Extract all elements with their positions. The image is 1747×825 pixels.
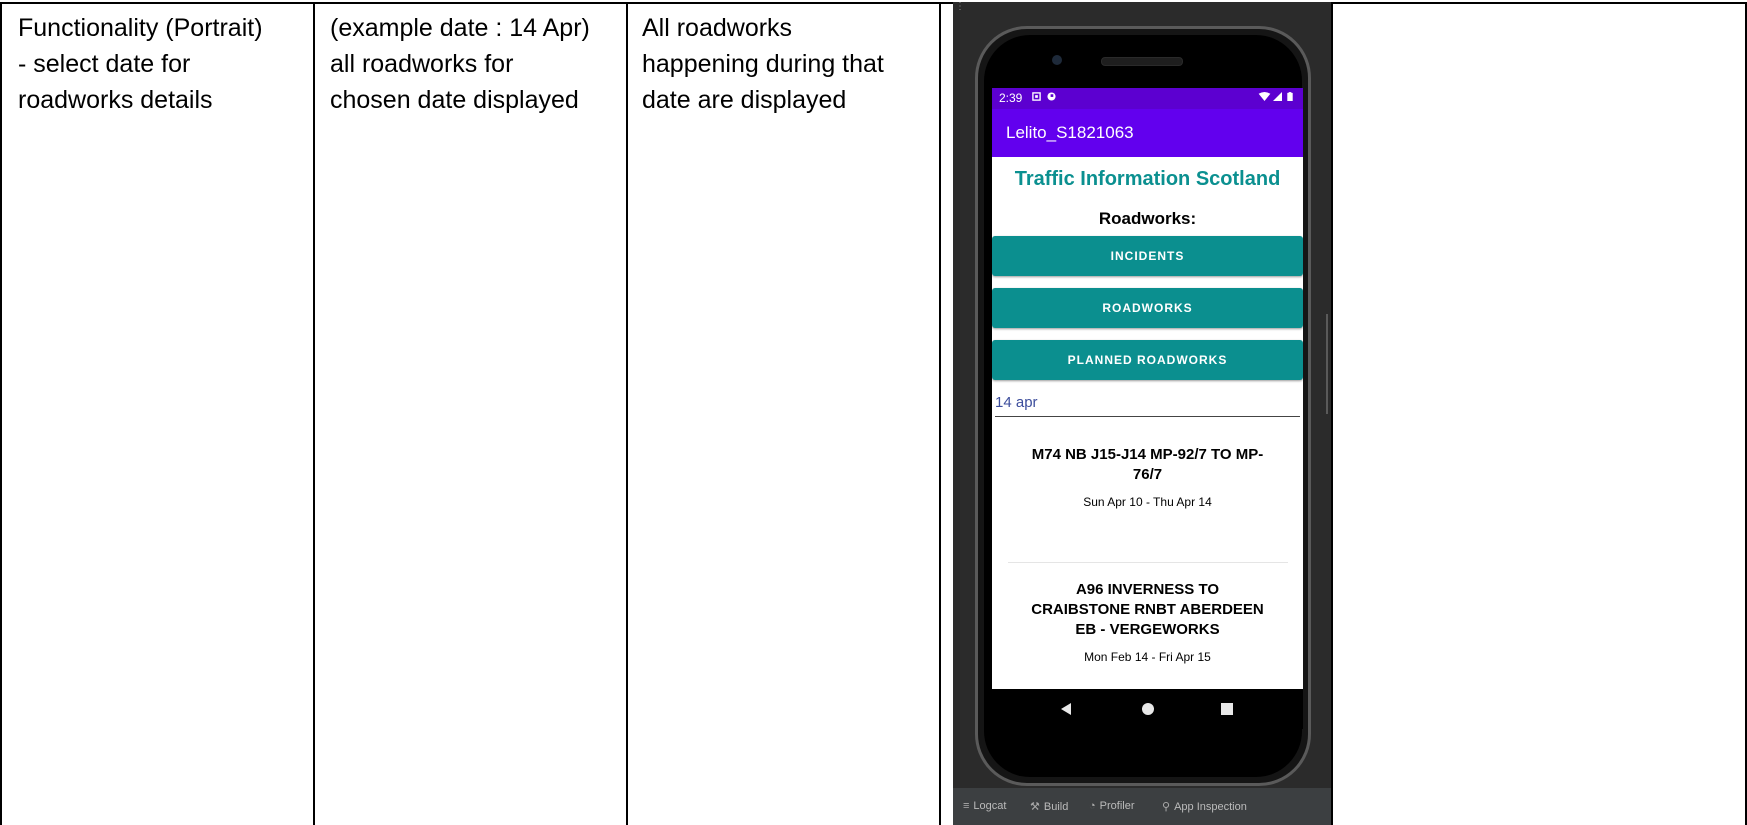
list-divider [1008,562,1288,563]
app-inspection-tool[interactable]: ⚲ App Inspection [1162,800,1247,813]
table-border-col3 [939,2,941,825]
roadworks-button[interactable]: ROADWORKS [992,288,1303,328]
build-tool[interactable]: ⚒ Build [1030,800,1068,813]
table-border-col1 [313,2,315,825]
logcat-label: Logcat [973,800,1007,812]
profiler-tool[interactable]: ◔ Profiler [1089,800,1135,812]
table-border-left [0,2,2,825]
drag-handle-icon[interactable]: ⋮ [955,2,965,18]
logcat-tool[interactable]: ≡ Logcat [963,800,1006,812]
status-bar: 2:39 [992,88,1303,109]
android-studio-emulator-panel: ⋮ 2:39 Lelito_S1821063 Traffic Informati… [953,2,1331,825]
section-subheading: Roadworks: [1098,209,1197,228]
page-heading: Traffic Information Scotland [1014,168,1281,190]
android-nav-bar [992,689,1303,729]
incidents-button[interactable]: INCIDENTS [992,236,1303,276]
emulator-area: ⋮ 2:39 Lelito_S1821063 Traffic Informati… [953,2,1331,788]
table-border-col2 [626,2,628,825]
roadwork-title: A96 INVERNESS TO CRAIBSTONE RNBT ABERDEE… [1031,581,1264,638]
inspect-icon: ⚲ [1162,801,1171,813]
roadwork-dates: Mon Feb 14 - Fri Apr 15 [1084,650,1211,664]
cell-expected-result: All roadworks happening during that date… [642,14,884,114]
table-top-border [0,2,1747,4]
gauge-icon: ◔ [1089,800,1096,812]
recent-apps-icon[interactable] [1221,703,1233,715]
document-table: Functionality (Portrait) - select date f… [0,2,1747,825]
table-border-col4 [1331,2,1333,825]
roadwork-title: M74 NB J15-J14 MP-92/7 TO MP-76/7 [1031,446,1264,483]
camera-icon [1052,55,1062,65]
app-title: Lelito_S1821063 [1006,123,1134,142]
hammer-icon: ⚒ [1030,801,1040,813]
battery-icon [1287,92,1293,101]
planned-roadworks-button[interactable]: PLANNED ROADWORKS [992,340,1303,380]
date-input[interactable]: 14 apr [995,390,1300,417]
speaker-grille [1101,57,1183,66]
logcat-icon: ≡ [963,800,970,812]
cell-functionality: Functionality (Portrait) - select date f… [18,14,263,114]
signal-icon [1273,92,1282,101]
notification-icon [1032,92,1041,101]
status-time: 2:39 [999,91,1023,105]
list-item[interactable]: M74 NB J15-J14 MP-92/7 TO MP-76/7 Sun Ap… [992,445,1303,509]
app-bar: Lelito_S1821063 [992,109,1303,157]
app-icon [1047,92,1056,101]
build-label: Build [1043,801,1069,813]
roadwork-dates: Sun Apr 10 - Thu Apr 14 [1083,495,1212,509]
wifi-icon [1258,92,1271,101]
back-icon[interactable] [1061,703,1071,715]
ide-tool-strip: ≡ Logcat ⚒ Build ◔ Profiler ⚲ App Inspection [953,788,1331,825]
cell-example-date: (example date : 14 Apr) all roadworks fo… [330,14,590,114]
profiler-label: Profiler [1099,800,1135,812]
list-item[interactable]: A96 INVERNESS TO CRAIBSTONE RNBT ABERDEE… [992,580,1303,664]
phone-screen: 2:39 Lelito_S1821063 Traffic Information… [992,88,1303,689]
app-inspection-label: App Inspection [1174,801,1247,813]
home-icon[interactable] [1142,703,1154,715]
panel-resize-handle[interactable] [1326,314,1328,414]
